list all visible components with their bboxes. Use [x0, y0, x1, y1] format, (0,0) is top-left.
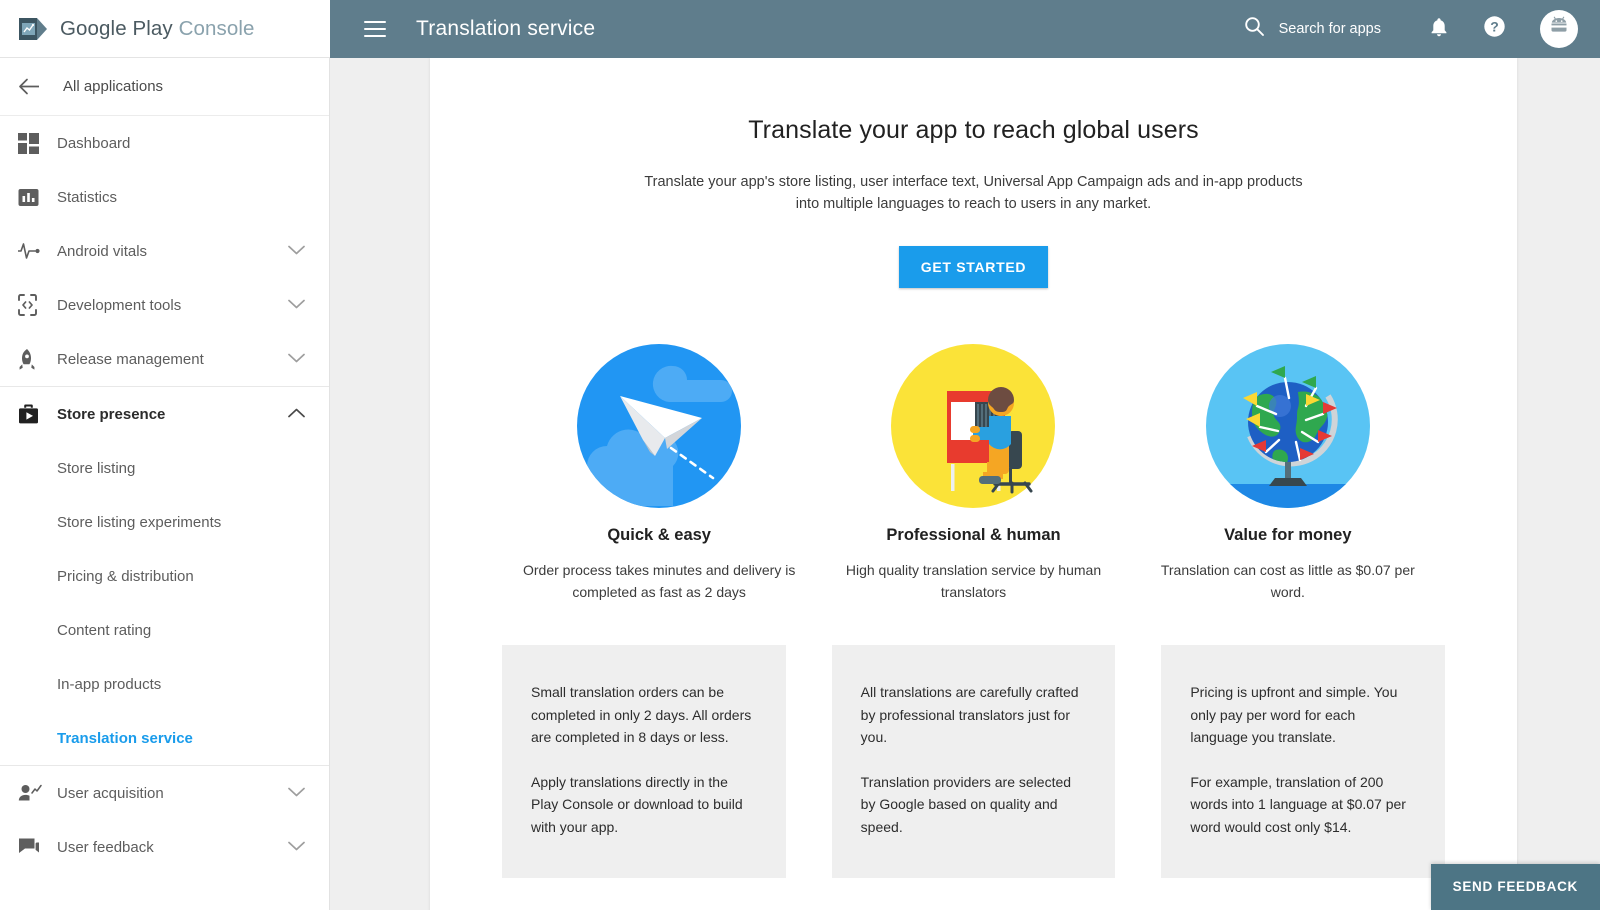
top-app-bar: Google Play Console Translation service …	[0, 0, 1600, 58]
feature-title: Value for money	[1224, 526, 1352, 544]
search-icon	[1244, 16, 1265, 42]
brand-title: Google Play Console	[60, 17, 255, 41]
panel-paragraph: Translation providers are selected by Go…	[860, 773, 1072, 835]
sidebar-item-in-app-products[interactable]: In-app products	[0, 657, 329, 711]
store-briefcase-icon	[18, 403, 48, 425]
rocket-icon	[18, 348, 48, 371]
feature-title: Professional & human	[886, 526, 1061, 544]
hero-subheading: Translate your app's store listing, user…	[644, 174, 1303, 212]
panel-paragraph: Pricing is upfront and simple. You only …	[1190, 684, 1398, 745]
send-feedback-button[interactable]: SEND FEEDBACK	[1430, 864, 1600, 910]
panel-paragraph: Apply translations directly in the Play …	[531, 773, 743, 835]
hamburger-bar	[364, 28, 386, 30]
features-row: Quick & easy Order process takes minutes…	[430, 344, 1517, 603]
svg-text:?: ?	[1490, 18, 1499, 34]
sidebar-item-store-listing-experiments[interactable]: Store listing experiments	[0, 495, 329, 549]
sidebar-item-label: All applications	[63, 78, 164, 95]
sidebar-item-label: User feedback	[57, 838, 154, 856]
person-at-desk-icon	[891, 344, 1056, 508]
get-started-button[interactable]: GET STARTED	[898, 246, 1049, 288]
globe-with-flags-icon	[1205, 344, 1370, 508]
brand-block[interactable]: Google Play Console	[0, 0, 330, 58]
sidebar-item-label: Release management	[57, 350, 204, 368]
sidebar-item-dashboard[interactable]: Dashboard	[0, 116, 329, 170]
sidebar-item-label: Statistics	[57, 188, 118, 206]
android-avatar-icon	[1547, 16, 1571, 43]
info-panels-row: Small translation orders can be complete…	[430, 645, 1517, 910]
play-console-logo-icon	[16, 14, 50, 44]
chevron-up-icon[interactable]	[288, 405, 305, 423]
sidebar-item-store-listing[interactable]: Store listing	[0, 441, 329, 495]
notifications-button[interactable]	[1429, 16, 1449, 43]
sidebar-subitem-label: Store listing	[57, 459, 136, 477]
search-label: Search for apps	[1278, 21, 1381, 37]
chevron-down-icon[interactable]	[288, 784, 305, 802]
sidebar-item-label: Development tools	[57, 296, 182, 314]
info-panel-delivery: Small translation orders can be complete…	[502, 645, 786, 878]
brand-name-light: Console	[178, 16, 255, 40]
sidebar-subitem-label: Content rating	[57, 621, 152, 639]
sidebar-item-pricing-distribution[interactable]: Pricing & distribution	[0, 549, 329, 603]
feature-description: High quality translation service by huma…	[845, 562, 1102, 600]
sidebar-subitem-label: In-app products	[57, 675, 162, 693]
main-content: Translate your app to reach global users…	[330, 58, 1600, 910]
chevron-down-icon[interactable]	[288, 296, 305, 314]
sidebar-item-label: Android vitals	[57, 242, 148, 260]
dashboard-icon	[18, 132, 48, 154]
help-button[interactable]: ?	[1483, 15, 1506, 43]
feature-quick-easy: Quick & easy Order process takes minutes…	[502, 344, 816, 603]
sidebar-item-label: Dashboard	[57, 134, 131, 152]
sidebar-item-release-management[interactable]: Release management	[0, 332, 329, 386]
hamburger-menu-icon[interactable]	[364, 21, 386, 37]
panel-paragraph: All translations are carefully crafted b…	[860, 684, 1079, 745]
bar-chart-icon	[18, 187, 48, 208]
panel-paragraph: Small translation orders can be complete…	[531, 684, 752, 745]
chevron-down-icon[interactable]	[288, 350, 305, 368]
sidebar-item-statistics[interactable]: Statistics	[0, 170, 329, 224]
sidebar-item-label: User acquisition	[57, 784, 164, 802]
feature-title: Quick & easy	[607, 526, 711, 544]
hamburger-bar	[364, 35, 386, 37]
feature-professional-human: Professional & human High quality transl…	[816, 344, 1130, 603]
chevron-down-icon[interactable]	[288, 242, 305, 260]
arrow-left-icon	[18, 78, 48, 95]
sidebar-item-store-presence[interactable]: Store presence	[0, 387, 329, 441]
user-trend-icon	[18, 783, 48, 803]
help-circle-icon: ?	[1483, 15, 1506, 43]
chat-bubbles-icon	[18, 837, 48, 857]
pulse-icon	[18, 241, 48, 261]
sidebar: All applications Dashboard Statistics An…	[0, 58, 330, 910]
page-title: Translation service	[416, 17, 596, 40]
paper-plane-icon	[577, 344, 742, 508]
sidebar-item-user-acquisition[interactable]: User acquisition	[0, 766, 329, 820]
feature-description: Translation can cost as little as $0.07 …	[1160, 562, 1415, 600]
code-brackets-icon	[18, 294, 48, 316]
feature-value-for-money: Value for money Translation can cost as …	[1131, 344, 1445, 603]
sidebar-item-android-vitals[interactable]: Android vitals	[0, 224, 329, 278]
sidebar-item-all-applications[interactable]: All applications	[0, 58, 329, 116]
bell-icon	[1429, 16, 1449, 43]
info-panel-quality: All translations are carefully crafted b…	[831, 645, 1116, 878]
sidebar-item-content-rating[interactable]: Content rating	[0, 603, 329, 657]
sidebar-item-label: Store presence	[57, 405, 166, 423]
sidebar-subitem-label: Translation service	[57, 729, 193, 747]
search-for-apps-button[interactable]: Search for apps	[1244, 16, 1381, 42]
sidebar-item-user-feedback[interactable]: User feedback	[0, 820, 329, 874]
sidebar-item-development-tools[interactable]: Development tools	[0, 278, 329, 332]
hero-section: Translate your app to reach global users…	[430, 58, 1517, 288]
panel-paragraph: For example, translation of 200 words in…	[1190, 773, 1406, 835]
top-bar-actions: Search for apps ?	[1244, 10, 1600, 48]
hero-heading: Translate your app to reach global users	[748, 116, 1199, 144]
brand-name-bold: Google Play	[60, 16, 173, 40]
info-panel-pricing: Pricing is upfront and simple. You only …	[1161, 645, 1446, 878]
hamburger-bar	[364, 21, 386, 23]
feature-description: Order process takes minutes and delivery…	[522, 562, 796, 600]
sidebar-item-translation-service[interactable]: Translation service	[0, 711, 329, 765]
sidebar-subitem-label: Store listing experiments	[57, 513, 222, 531]
content-card: Translate your app to reach global users…	[430, 58, 1517, 910]
avatar[interactable]	[1540, 10, 1578, 48]
chevron-down-icon[interactable]	[288, 838, 305, 856]
sidebar-subitem-label: Pricing & distribution	[57, 567, 194, 585]
